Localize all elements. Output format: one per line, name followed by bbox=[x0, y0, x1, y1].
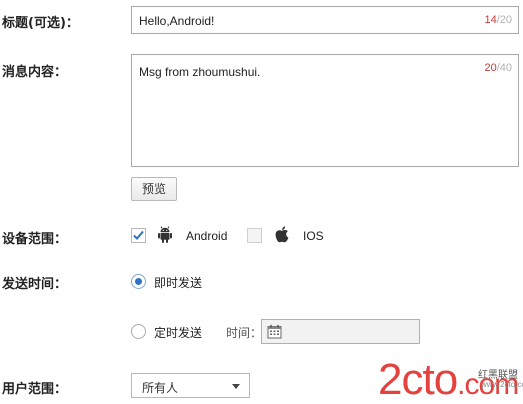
check-icon bbox=[133, 230, 144, 240]
ios-checkbox[interactable] bbox=[247, 228, 262, 243]
scheduled-send-radio[interactable] bbox=[131, 324, 146, 339]
user-scope-select[interactable]: 所有人 bbox=[131, 373, 250, 398]
message-char-max: /40 bbox=[496, 62, 512, 74]
title-input[interactable]: Hello,Android! 14/20 bbox=[131, 6, 519, 34]
message-char-count: 20 bbox=[484, 62, 497, 74]
android-icon bbox=[158, 226, 172, 243]
message-label: 消息内容： bbox=[2, 65, 68, 80]
chevron-down-icon bbox=[232, 384, 240, 389]
calendar-icon[interactable] bbox=[267, 324, 282, 339]
preview-button[interactable]: 预览 bbox=[131, 177, 177, 201]
push-form: 标题(可选)： Hello,Android! 14/20 消息内容： Msg f… bbox=[0, 0, 523, 404]
send-time-label: 发送时间： bbox=[2, 277, 68, 292]
message-textarea-value: Msg from zhoumushui. bbox=[139, 65, 261, 79]
device-scope-label: 设备范围： bbox=[2, 232, 68, 247]
title-char-count: 14 bbox=[484, 14, 497, 26]
immediate-send-label: 即时发送 bbox=[154, 276, 203, 290]
ios-option-label: IOS bbox=[303, 229, 324, 243]
title-label: 标题(可选)： bbox=[2, 16, 79, 31]
watermark-logo-text: 2cto bbox=[378, 355, 458, 404]
time-picker-input[interactable] bbox=[261, 319, 420, 344]
time-label: 时间： bbox=[226, 326, 263, 340]
immediate-send-radio[interactable] bbox=[131, 274, 146, 289]
watermark-url: www.2cto.com bbox=[481, 380, 523, 389]
watermark-tagline: 红黑联盟 bbox=[478, 370, 518, 381]
title-char-max: /20 bbox=[496, 14, 512, 26]
android-option-label: Android bbox=[186, 229, 228, 243]
apple-icon bbox=[275, 226, 289, 243]
message-char-counter: 20/40 bbox=[484, 62, 512, 74]
scheduled-send-label: 定时发送 bbox=[154, 326, 203, 340]
user-scope-label: 用户范围： bbox=[2, 382, 68, 397]
title-input-value: Hello,Android! bbox=[139, 14, 215, 28]
title-char-counter: 14/20 bbox=[484, 14, 512, 26]
android-checkbox[interactable] bbox=[131, 228, 146, 243]
user-scope-selected: 所有人 bbox=[142, 381, 179, 395]
message-textarea[interactable]: Msg from zhoumushui. 20/40 bbox=[131, 54, 519, 167]
